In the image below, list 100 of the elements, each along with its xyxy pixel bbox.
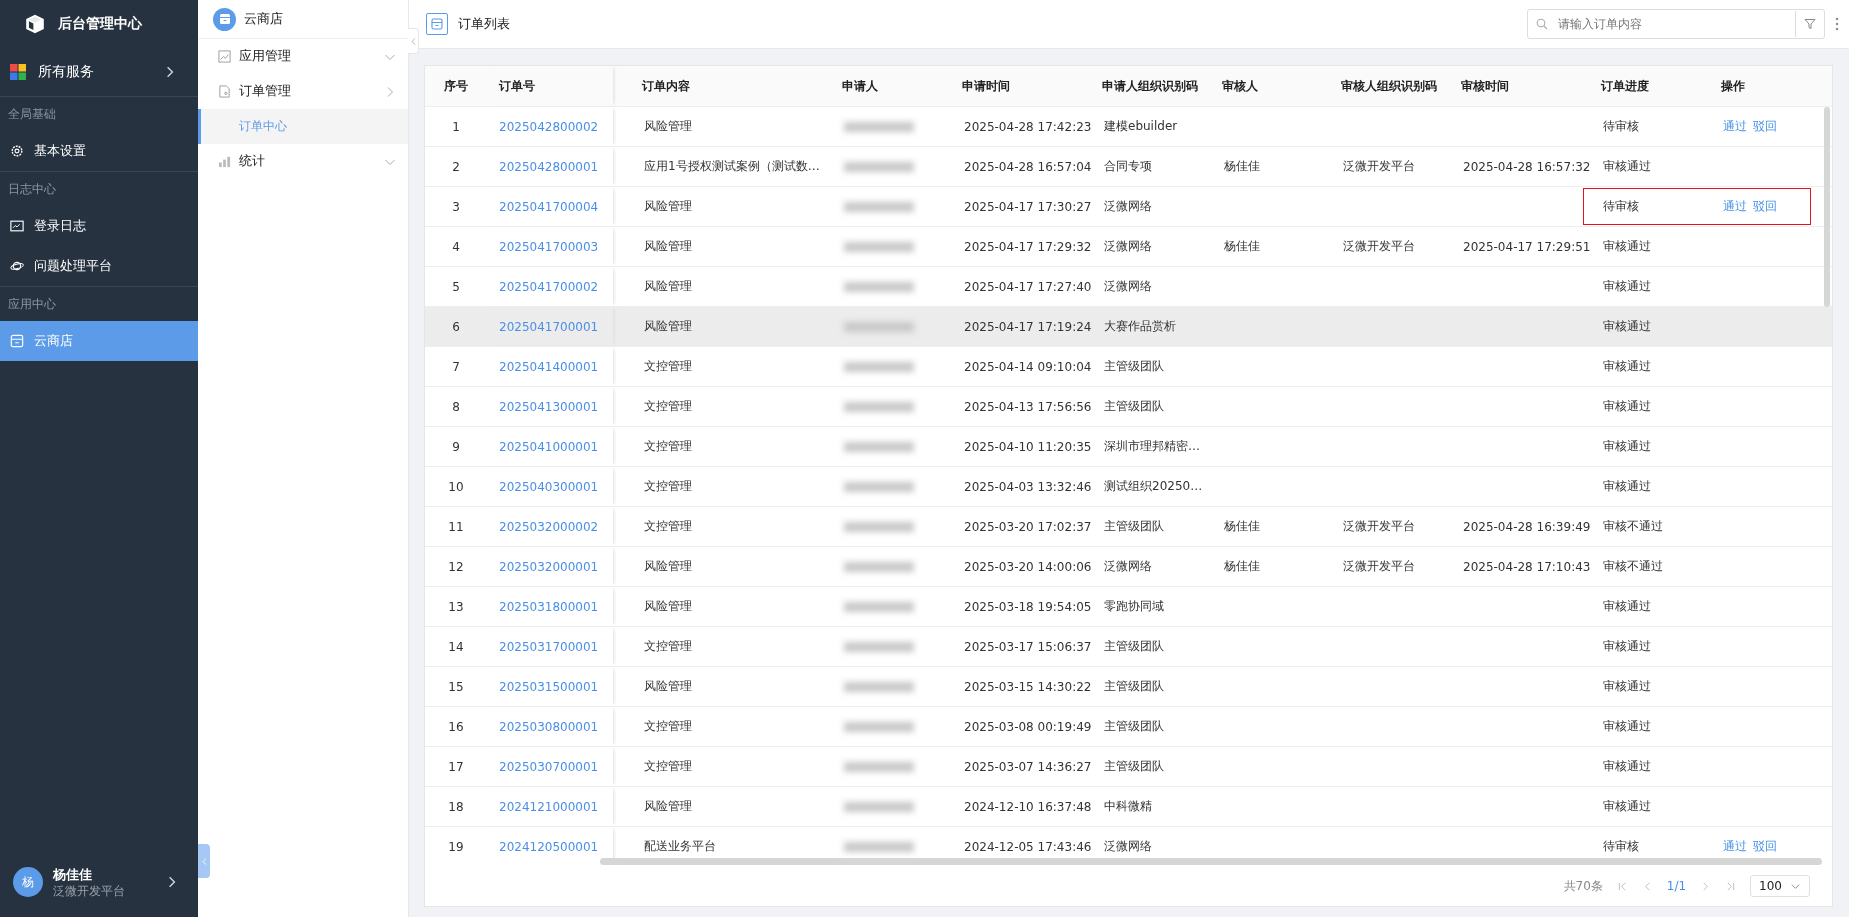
- table-row[interactable]: 1 2025042800002 风险管理 2025-04-28 17:42:23 建模ebuilder 待审核 通过 驳回: [425, 107, 1832, 147]
- order-number-link[interactable]: 2025042800002: [499, 119, 599, 134]
- row-number: 8: [451, 399, 461, 414]
- search-bar[interactable]: 请输入订单内容: [1527, 9, 1825, 39]
- collapse-handle[interactable]: [408, 28, 419, 54]
- blurred-text: [844, 562, 914, 572]
- table-cell-text: 泛微开发平台: [1342, 158, 1416, 175]
- table-row[interactable]: 8 2025041300001 文控管理 2025-04-13 17:56:56 主管级团队 审核通过: [425, 387, 1832, 427]
- scrollbar[interactable]: [600, 858, 1822, 866]
- table-row[interactable]: 15 2025031500001 风险管理 2025-03-15 14:30:22 主管级团队 审核通过: [425, 667, 1832, 707]
- first-page-icon[interactable]: [1616, 880, 1628, 892]
- row-number: 6: [451, 319, 461, 334]
- order-number-link[interactable]: 2025041700004: [499, 199, 599, 214]
- status-text: 审核通过: [1603, 758, 1651, 775]
- table-row[interactable]: 18 2024121000001 风险管理 2024-12-10 16:37:48 中科微精 审核通过: [425, 787, 1832, 827]
- table-cell-text: 泛微开发平台: [1342, 558, 1416, 575]
- table-row[interactable]: 12 2025032000001 风险管理 2025-03-20 14:00:06 泛微网络 杨佳佳 泛微开发平台 2025-04-28 17:10:43 审核不通过: [425, 547, 1832, 587]
- table-cell-text: 大赛作品赏析: [1103, 318, 1177, 335]
- order-number-link[interactable]: 2025040300001: [499, 479, 599, 494]
- row-number: 17: [447, 759, 465, 774]
- more-icon[interactable]: [1835, 17, 1839, 31]
- nav-item[interactable]: 问题处理平台: [0, 246, 198, 286]
- column-header: 订单进度: [1599, 77, 1650, 95]
- subnav-item[interactable]: 订单管理: [198, 74, 408, 109]
- table-row[interactable]: 16 2025030800001 文控管理 2025-03-08 00:19:49 主管级团队 审核通过: [425, 707, 1832, 747]
- nav-item[interactable]: 登录日志: [0, 206, 198, 246]
- order-number-link[interactable]: 2024120500001: [499, 839, 599, 854]
- table-cell-text: 2025-04-14 09:10:04: [963, 359, 1090, 374]
- blurred-text: [844, 402, 914, 412]
- nav-item[interactable]: 云商店: [0, 321, 198, 361]
- table-cell-text: 泛微网络: [1103, 558, 1153, 575]
- table-row[interactable]: 14 2025031700001 文控管理 2025-03-17 15:06:37 主管级团队 审核通过: [425, 627, 1832, 667]
- row-number: 9: [451, 439, 461, 454]
- blurred-text: [844, 722, 914, 732]
- table-cell-text: 测试组织20250…: [1103, 478, 1204, 495]
- table-cell-text: 2025-04-28 17:10:43: [1462, 559, 1589, 574]
- order-number-link[interactable]: 2025030700001: [499, 759, 599, 774]
- user-avatar[interactable]: 杨: [13, 867, 43, 897]
- status-text: 审核不通过: [1603, 518, 1663, 535]
- table-row[interactable]: 10 2025040300001 文控管理 2025-04-03 13:32:46 测试组织20250… 审核通过: [425, 467, 1832, 507]
- order-number-link[interactable]: 2025031700001: [499, 639, 599, 654]
- column-header: 审核人: [1221, 77, 1259, 95]
- reject-link[interactable]: 驳回: [1753, 198, 1777, 215]
- page-size-select[interactable]: 100: [1750, 875, 1810, 898]
- approve-link[interactable]: 通过: [1723, 838, 1747, 855]
- reject-link[interactable]: 驳回: [1753, 118, 1777, 135]
- table-row[interactable]: 3 2025041700004 风险管理 2025-04-17 17:30:27 泛微网络 待审核 通过 驳回: [425, 187, 1832, 227]
- table-cell-text: 主管级团队: [1103, 758, 1165, 775]
- planet-icon: [10, 259, 24, 273]
- reject-link[interactable]: 驳回: [1753, 838, 1777, 855]
- order-number-link[interactable]: 2025032000001: [499, 559, 599, 574]
- order-number-link[interactable]: 2025042800001: [499, 159, 599, 174]
- approve-link[interactable]: 通过: [1723, 198, 1747, 215]
- table-row[interactable]: 7 2025041400001 文控管理 2025-04-14 09:10:04 主管级团队 审核通过: [425, 347, 1832, 387]
- store-icon: [10, 334, 24, 348]
- table-cell-text: 主管级团队: [1103, 358, 1165, 375]
- nav-item[interactable]: 基本设置: [0, 131, 198, 171]
- order-number-link[interactable]: 2025041700002: [499, 279, 599, 294]
- table-cell-text: 零跑协同域: [1103, 598, 1165, 615]
- row-number: 18: [447, 799, 465, 814]
- order-number-link[interactable]: 2025041300001: [499, 399, 599, 414]
- column-header: 申请时间: [961, 77, 1011, 95]
- table-cell-text: 2025-03-08 00:19:49: [963, 719, 1090, 734]
- order-number-link[interactable]: 2025032000002: [499, 519, 599, 534]
- order-number-link[interactable]: 2025041700001: [499, 319, 599, 334]
- scrollbar[interactable]: [1824, 107, 1830, 307]
- status-text: 审核通过: [1603, 358, 1651, 375]
- order-number-link[interactable]: 2025030800001: [499, 719, 599, 734]
- order-number-link[interactable]: 2025031800001: [499, 599, 599, 614]
- order-number-link[interactable]: 2025041000001: [499, 439, 599, 454]
- order-number-link[interactable]: 2025041700003: [499, 239, 599, 254]
- blurred-text: [844, 322, 914, 332]
- table-cell-text: 泛微开发平台: [1342, 238, 1416, 255]
- table-row[interactable]: 17 2025030700001 文控管理 2025-03-07 14:36:27 主管级团队 审核通过: [425, 747, 1832, 787]
- order-number-link[interactable]: 2025031500001: [499, 679, 599, 694]
- subnav-item[interactable]: 统计: [198, 144, 408, 179]
- table-cell-text: 2025-03-20 17:02:37: [963, 519, 1090, 534]
- search-icon: [1536, 18, 1548, 30]
- blurred-text: [844, 282, 914, 292]
- subnav-item[interactable]: 应用管理: [198, 39, 408, 74]
- table-cell-text: 2024-12-05 17:43:46: [963, 839, 1090, 854]
- order-number-link[interactable]: 2025041400001: [499, 359, 599, 374]
- collapse-handle[interactable]: [198, 844, 210, 878]
- table-row[interactable]: 11 2025032000002 文控管理 2025-03-20 17:02:37 主管级团队 杨佳佳 泛微开发平台 2025-04-28 16:39:49 审核不通过: [425, 507, 1832, 547]
- approve-link[interactable]: 通过: [1723, 118, 1747, 135]
- row-number: 7: [451, 359, 461, 374]
- chevron-right-icon[interactable]: [166, 876, 178, 888]
- table-cell-text: 2025-03-07 14:36:27: [963, 759, 1090, 774]
- table-cell-text: 2025-03-17 15:06:37: [963, 639, 1090, 654]
- subnav-child-item[interactable]: 订单中心: [198, 109, 408, 144]
- table-row[interactable]: 13 2025031800001 风险管理 2025-03-18 19:54:05 零跑协同域 审核通过: [425, 587, 1832, 627]
- last-page-icon[interactable]: [1725, 880, 1737, 892]
- blurred-text: [844, 202, 914, 212]
- table-row[interactable]: 6 2025041700001 风险管理 2025-04-17 17:19:24 大赛作品赏析 审核通过: [425, 307, 1832, 347]
- order-number-link[interactable]: 2024121000001: [499, 799, 599, 814]
- filter-icon[interactable]: [1804, 18, 1816, 30]
- all-services-item[interactable]: 所有服务: [0, 48, 198, 97]
- column-header: 审核人组织识别码: [1340, 77, 1438, 95]
- table-row[interactable]: 9 2025041000001 文控管理 2025-04-10 11:20:35 深圳市理邦精密… 审核通过: [425, 427, 1832, 467]
- status-text: 待审核: [1603, 118, 1639, 135]
